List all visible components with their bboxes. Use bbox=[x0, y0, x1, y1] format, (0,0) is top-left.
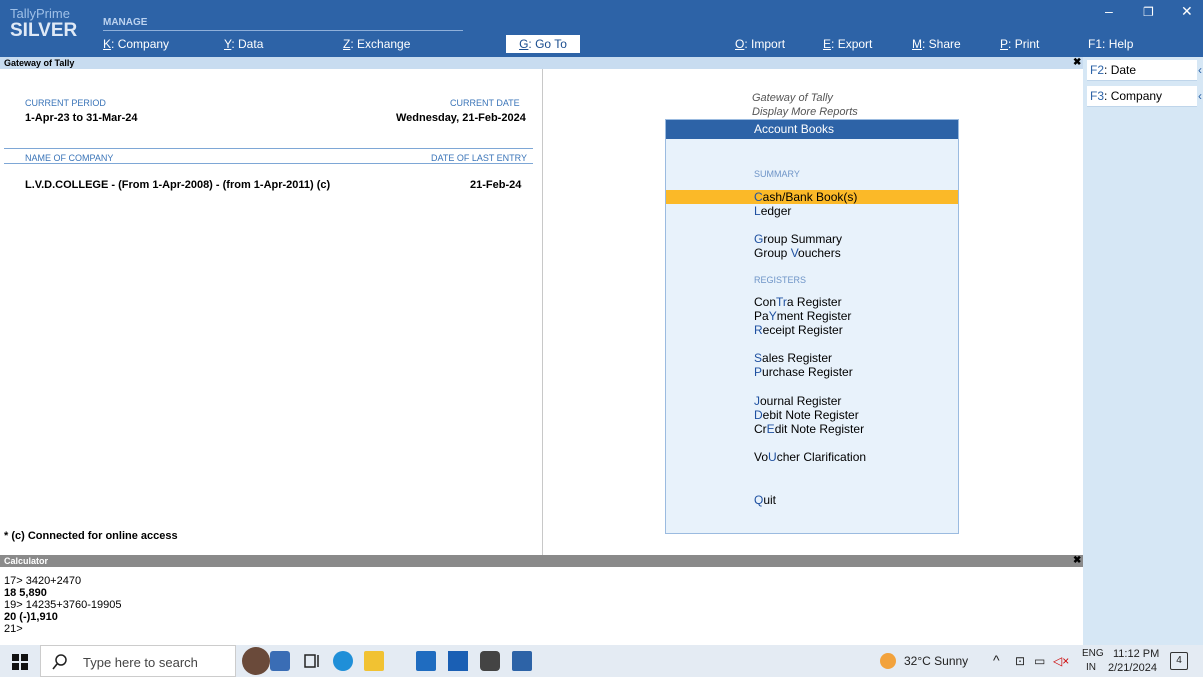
calculator-pane[interactable]: 17> 3420+2470 18 5,890 19> 14235+3760-19… bbox=[0, 567, 1083, 645]
company-info-pane: CURRENT PERIOD 1-Apr-23 to 31-Mar-24 CUR… bbox=[0, 69, 542, 555]
calc-input-line[interactable]: 21> bbox=[4, 623, 23, 635]
network-icon[interactable]: ⊡ bbox=[1015, 654, 1025, 668]
menu-item-sales-register[interactable]: Sales Register bbox=[666, 351, 958, 365]
current-period-value[interactable]: 1-Apr-23 to 31-Mar-24 bbox=[25, 112, 137, 124]
menu-item-purchase-register[interactable]: Purchase Register bbox=[666, 365, 958, 379]
menu-item-cash-bank-books[interactable]: Cash/Bank Book(s) bbox=[666, 190, 958, 204]
close-screen-icon[interactable]: ✖ bbox=[1073, 57, 1081, 68]
file-explorer-icon[interactable] bbox=[364, 651, 384, 671]
screen-title: Gateway of Tally bbox=[4, 58, 75, 68]
right-button-panel: F2: Date ‹ F3: Company ‹ bbox=[1083, 57, 1203, 645]
current-date-label: CURRENT DATE bbox=[450, 98, 520, 108]
menu-data[interactable]: Y: Data bbox=[224, 37, 263, 51]
calculator-title-bar: Calculator bbox=[0, 555, 1083, 567]
task-view-icon[interactable] bbox=[302, 651, 322, 671]
notification-icon[interactable]: 4 bbox=[1170, 652, 1188, 670]
menu-item-credit-note-register[interactable]: CrEdit Note Register bbox=[666, 422, 958, 436]
close-calculator-icon[interactable]: ✖ bbox=[1073, 555, 1081, 566]
weather-sun-icon[interactable] bbox=[880, 653, 896, 669]
menu-item-quit[interactable]: Quit bbox=[666, 493, 958, 507]
store-icon[interactable] bbox=[448, 651, 468, 671]
weather-text[interactable]: 32°C Sunny bbox=[904, 654, 968, 668]
menu-item-voucher-clarification[interactable]: VoUcher Clarification bbox=[666, 450, 958, 464]
f3-company-button[interactable]: F3: Company ‹ bbox=[1087, 86, 1202, 107]
menu-item-contra-register[interactable]: ConTra Register bbox=[666, 295, 958, 309]
language-code[interactable]: ENG bbox=[1082, 648, 1104, 659]
header-divider bbox=[4, 163, 533, 164]
minimize-icon[interactable]: – bbox=[1105, 3, 1113, 19]
search-icon bbox=[52, 654, 67, 670]
clock-date[interactable]: 2/21/2024 bbox=[1108, 662, 1157, 674]
menu-print[interactable]: P: Print bbox=[1000, 37, 1039, 51]
menu-item-journal-register[interactable]: Journal Register bbox=[666, 394, 958, 408]
company-name-label: NAME OF COMPANY bbox=[25, 153, 114, 163]
current-period-label: CURRENT PERIOD bbox=[25, 98, 106, 108]
tally-app-icon[interactable] bbox=[512, 651, 532, 671]
chevron-up-icon[interactable]: ^ bbox=[993, 652, 1000, 668]
menu-import[interactable]: O: Import bbox=[735, 37, 785, 51]
goto-button[interactable]: G: Go To bbox=[506, 35, 580, 53]
calc-line: 18 5,890 bbox=[4, 587, 47, 599]
manage-divider bbox=[103, 30, 463, 31]
f2-date-button[interactable]: F2: Date ‹ bbox=[1087, 60, 1202, 81]
menu-item-ledger[interactable]: Ledger bbox=[666, 204, 958, 218]
display-icon[interactable]: ▭ bbox=[1034, 654, 1045, 668]
calc-line: 20 (-)1,910 bbox=[4, 611, 58, 623]
speaker-muted-icon[interactable]: ◁× bbox=[1053, 654, 1069, 668]
menu-item-group-summary[interactable]: Group Summary bbox=[666, 232, 958, 246]
menu-item-receipt-register[interactable]: Receipt Register bbox=[666, 323, 958, 337]
clock-time[interactable]: 11:12 PM bbox=[1113, 648, 1159, 660]
close-window-icon[interactable]: ✕ bbox=[1181, 3, 1193, 20]
last-entry-label: DATE OF LAST ENTRY bbox=[431, 153, 528, 163]
brand-name: TallyPrime bbox=[10, 6, 70, 21]
menu-help[interactable]: F1: Help bbox=[1088, 37, 1133, 51]
section-divider bbox=[4, 148, 533, 149]
chevron-left-icon: ‹ bbox=[1198, 89, 1202, 103]
chevron-left-icon: ‹ bbox=[1198, 63, 1202, 77]
menu-company[interactable]: K: Company bbox=[103, 37, 169, 51]
brand-edition: SILVER bbox=[10, 20, 78, 41]
calculator-title: Calculator bbox=[4, 556, 49, 566]
menu-exchange[interactable]: Z: Exchange bbox=[343, 37, 410, 51]
menu-item-debit-note-register[interactable]: Debit Note Register bbox=[666, 408, 958, 422]
screen-title-bar: Gateway of Tally bbox=[0, 57, 1083, 69]
online-access-footnote: * (c) Connected for online access bbox=[4, 530, 178, 542]
breadcrumb-display-more: Display More Reports bbox=[752, 106, 858, 118]
menu-title: Account Books bbox=[666, 120, 958, 139]
breadcrumb-gateway: Gateway of Tally bbox=[752, 92, 833, 104]
restore-icon[interactable]: ❐ bbox=[1143, 5, 1154, 19]
app-icon[interactable] bbox=[480, 651, 500, 671]
calc-line: 17> 3420+2470 bbox=[4, 575, 82, 587]
windows-taskbar: Type here to search 32°C Sunny ^ ⊡ ▭ ◁× … bbox=[0, 645, 1203, 677]
edge-browser-icon[interactable] bbox=[333, 651, 353, 671]
manage-label: MANAGE bbox=[103, 17, 148, 28]
news-widget-icon[interactable] bbox=[242, 647, 270, 675]
current-date-value[interactable]: Wednesday, 21-Feb-2024 bbox=[396, 112, 526, 124]
taskbar-search-box[interactable]: Type here to search bbox=[40, 645, 236, 677]
last-entry-date: 21-Feb-24 bbox=[470, 179, 522, 191]
registers-section-label: REGISTERS bbox=[754, 275, 807, 285]
pane-divider bbox=[542, 69, 543, 555]
calc-line: 19> 14235+3760-19905 bbox=[4, 599, 122, 611]
top-menu-bar: TallyPrime SILVER MANAGE K: Company Y: D… bbox=[0, 0, 1203, 57]
mail-icon[interactable] bbox=[416, 651, 436, 671]
widget-icon[interactable] bbox=[270, 651, 290, 671]
search-placeholder: Type here to search bbox=[83, 655, 198, 670]
company-name[interactable]: L.V.D.COLLEGE - (From 1-Apr-2008) - (fro… bbox=[25, 179, 330, 191]
menu-export[interactable]: E: Export bbox=[823, 37, 872, 51]
windows-start-icon[interactable] bbox=[12, 654, 28, 670]
region-code[interactable]: IN bbox=[1086, 662, 1096, 673]
menu-item-payment-register[interactable]: PaYment Register bbox=[666, 309, 958, 323]
menu-share[interactable]: M: Share bbox=[912, 37, 961, 51]
account-books-menu: Account Books SUMMARY Cash/Bank Book(s) … bbox=[665, 119, 959, 534]
menu-item-group-vouchers[interactable]: Group Vouchers bbox=[666, 246, 958, 260]
summary-section-label: SUMMARY bbox=[754, 169, 800, 179]
